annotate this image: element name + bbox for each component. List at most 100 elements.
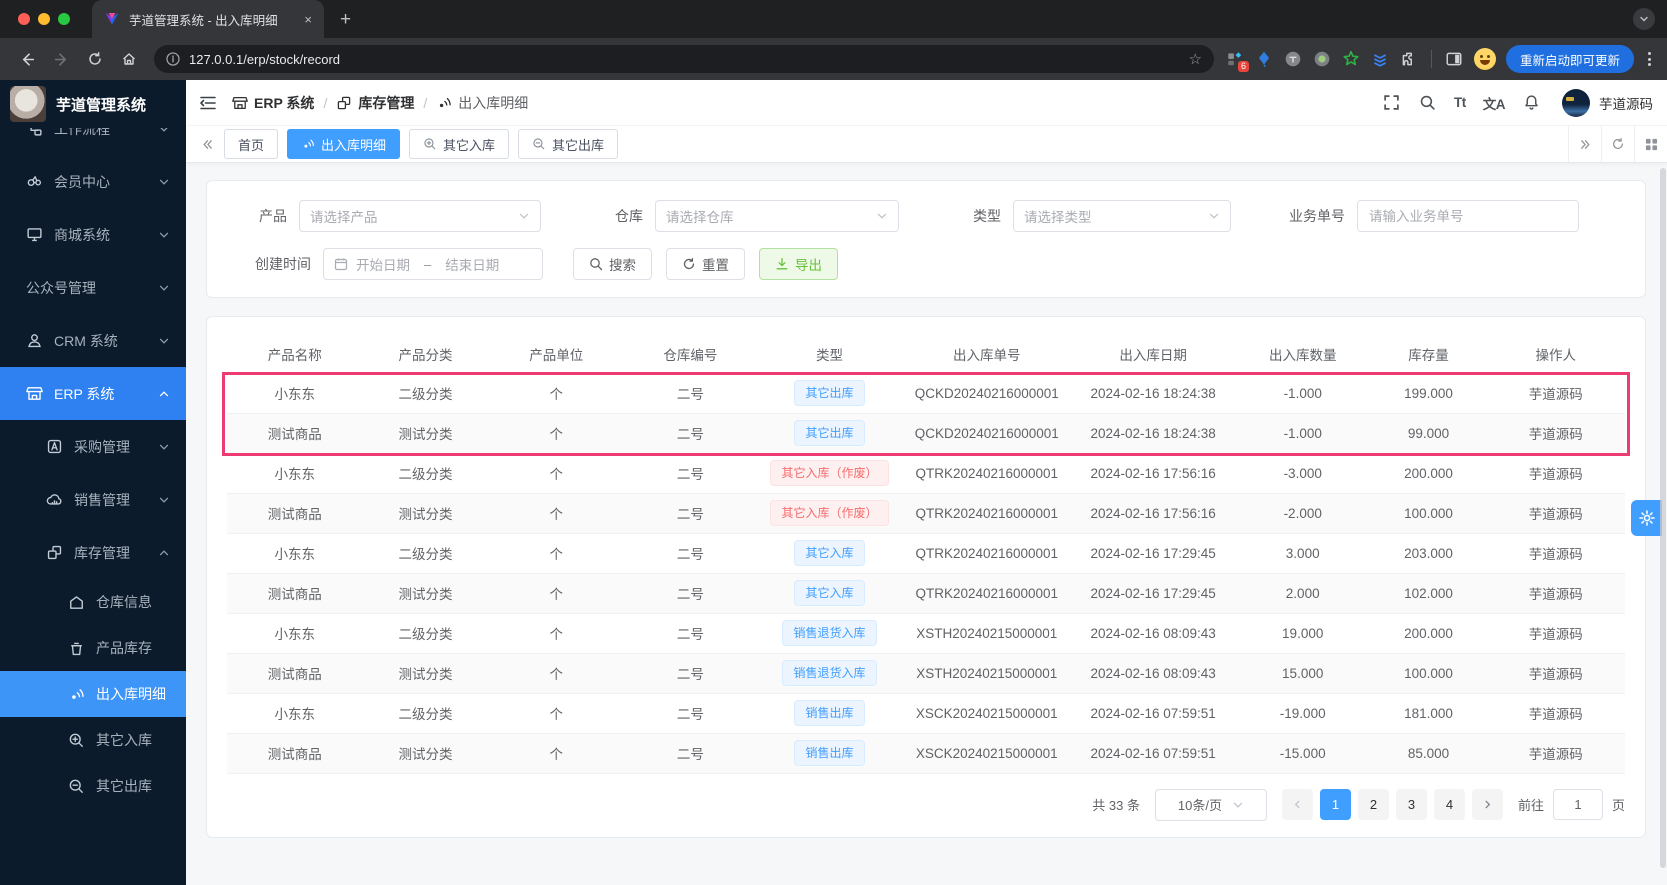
back-button[interactable] bbox=[14, 46, 40, 72]
sidebar-item-workflow[interactable]: 工作流程 bbox=[0, 128, 186, 155]
type-badge: 销售出库 bbox=[794, 700, 865, 726]
bell-icon[interactable] bbox=[1522, 93, 1541, 112]
breadcrumb-stock[interactable]: 库存管理 bbox=[336, 93, 414, 113]
reset-button[interactable]: 重置 bbox=[666, 248, 745, 280]
address-bar[interactable]: 127.0.0.1/erp/stock/record ☆ bbox=[154, 45, 1214, 73]
sales-icon bbox=[46, 491, 63, 508]
sidebar-item-stock-in[interactable]: 其它入库 bbox=[0, 717, 186, 763]
new-tab-button[interactable]: + bbox=[340, 10, 351, 29]
maximize-window-button[interactable] bbox=[58, 13, 70, 25]
minimize-window-button[interactable] bbox=[38, 13, 50, 25]
cell-warehouse-no: 二号 bbox=[624, 693, 757, 734]
page-size-select[interactable]: 10条/页 bbox=[1154, 788, 1267, 821]
close-window-button[interactable] bbox=[18, 13, 30, 25]
tags-scroll-right-icon[interactable] bbox=[1568, 126, 1601, 162]
site-info-icon[interactable] bbox=[166, 52, 180, 66]
table-row[interactable]: 测试商品 测试分类个二号 其它入库 QTRK20240216000001 2024-02… bbox=[227, 573, 1625, 614]
sidebar-item-label: 产品库存 bbox=[96, 640, 152, 656]
export-button[interactable]: 导出 bbox=[759, 248, 838, 280]
extension-green-dot-icon[interactable] bbox=[1313, 50, 1331, 68]
type-badge: 销售退货入库 bbox=[782, 620, 877, 646]
side-panel-icon[interactable] bbox=[1445, 50, 1463, 68]
sidebar-item-erp[interactable]: ERP 系统 bbox=[0, 367, 186, 420]
prev-page-button[interactable] bbox=[1281, 789, 1313, 820]
table-row[interactable]: 测试商品 测试分类个二号 销售出库 XSCK20240215000001 2024-02… bbox=[227, 733, 1625, 774]
tab-home[interactable]: 首页 bbox=[224, 129, 279, 159]
erp-icon bbox=[26, 385, 43, 402]
next-page-button[interactable] bbox=[1471, 789, 1503, 820]
extension-chevrons-icon[interactable] bbox=[1371, 50, 1389, 68]
collapse-menu-icon[interactable] bbox=[198, 93, 218, 113]
page-3-button[interactable]: 3 bbox=[1395, 789, 1427, 820]
browser-update-button[interactable]: 重新启动即可更新 bbox=[1505, 45, 1634, 73]
refresh-page-icon[interactable] bbox=[1601, 126, 1634, 162]
date-range-input[interactable]: 开始日期 – 结束日期 bbox=[323, 248, 543, 280]
table-row[interactable]: 小东东 二级分类个二号 其它入库 QTRK20240216000001 2024-02-… bbox=[227, 533, 1625, 574]
user-menu[interactable]: 芋道源码 bbox=[1562, 88, 1653, 117]
sidebar-item-warehouse[interactable]: 仓库信息 bbox=[0, 579, 186, 625]
extension-blocks-icon[interactable]: 6 bbox=[1226, 50, 1249, 72]
breadcrumb-erp[interactable]: ERP 系统 bbox=[232, 93, 314, 113]
stock-out-icon bbox=[68, 778, 85, 795]
total-count: 共 33 条 bbox=[1092, 798, 1140, 813]
extension-gray-circle-icon[interactable] bbox=[1284, 50, 1302, 68]
cell-warehouse-no: 二号 bbox=[624, 733, 757, 774]
table-row[interactable]: 测试商品 测试分类个二号 其它出库 QCKD20240216000001 2024-02… bbox=[227, 413, 1625, 454]
sidebar-item-mp[interactable]: 公众号管理 bbox=[0, 261, 186, 314]
bizno-input[interactable] bbox=[1357, 200, 1579, 232]
page-1-button[interactable]: 1 bbox=[1319, 789, 1351, 820]
sidebar-item-mall[interactable]: 商城系统 bbox=[0, 208, 186, 261]
sidebar-item-stock-out[interactable]: 其它出库 bbox=[0, 763, 186, 809]
table-row[interactable]: 小东东 二级分类个二号 其它入库（作废） QTRK20240216000001 2024… bbox=[227, 453, 1625, 494]
sidebar-item-crm[interactable]: CRM 系统 bbox=[0, 314, 186, 367]
cell-product-name: 测试商品 bbox=[227, 733, 363, 774]
sidebar-item-stock-record[interactable]: 出入库明细 bbox=[0, 671, 186, 717]
extensions-puzzle-icon[interactable] bbox=[1400, 50, 1418, 68]
tab-stock-out[interactable]: 其它出库 bbox=[518, 129, 619, 159]
sidebar-item-sales[interactable]: 销售管理 bbox=[0, 473, 186, 526]
sidebar-item-purchase[interactable]: 采购管理 bbox=[0, 420, 186, 473]
type-select[interactable]: 请选择类型 bbox=[1013, 200, 1231, 232]
table-row[interactable]: 小东东 二级分类个二号 销售退货入库 XSTH20240215000001 2024-0… bbox=[227, 613, 1625, 654]
app-logo[interactable]: 芋道管理系统 bbox=[0, 80, 186, 128]
app-title: 芋道管理系统 bbox=[56, 96, 147, 114]
goto-page-input[interactable] bbox=[1552, 789, 1603, 820]
page-2-button[interactable]: 2 bbox=[1357, 789, 1389, 820]
forward-button[interactable] bbox=[48, 46, 74, 72]
sidebar-item-product-stock[interactable]: 产品库存 bbox=[0, 625, 186, 671]
layout-grid-icon[interactable] bbox=[1634, 126, 1667, 162]
warehouse-select[interactable]: 请选择仓库 bbox=[655, 200, 899, 232]
tab-stock-in[interactable]: 其它入库 bbox=[409, 129, 510, 159]
page-4-button[interactable]: 4 bbox=[1433, 789, 1465, 820]
home-button[interactable] bbox=[116, 46, 142, 72]
tags-scroll-left-icon[interactable] bbox=[194, 131, 220, 157]
fullscreen-icon[interactable] bbox=[1382, 93, 1401, 112]
sidebar-item-stock[interactable]: 库存管理 bbox=[0, 526, 186, 579]
table-row[interactable]: 测试商品 测试分类个二号 其它入库（作废） QTRK20240216000001 202… bbox=[227, 493, 1625, 534]
extension-balloon-icon[interactable] bbox=[1255, 50, 1273, 68]
reload-button[interactable] bbox=[82, 46, 108, 72]
cell-product-unit: 个 bbox=[488, 373, 624, 414]
tab-search-button[interactable] bbox=[1633, 8, 1655, 30]
locale-icon[interactable]: 文A bbox=[1483, 93, 1506, 113]
extension-star-icon[interactable] bbox=[1342, 50, 1360, 68]
cell-quantity: -19.000 bbox=[1234, 693, 1371, 734]
date-end-placeholder: 结束日期 bbox=[445, 258, 500, 273]
product-select[interactable]: 请选择产品 bbox=[299, 200, 541, 232]
table-row[interactable]: 小东东 二级分类个二号 其它出库 QCKD20240216000001 2024-02-… bbox=[227, 373, 1625, 414]
table-row[interactable]: 小东东 二级分类个二号 销售出库 XSCK20240215000001 2024-02-… bbox=[227, 693, 1625, 734]
tab-close-icon[interactable]: × bbox=[304, 13, 312, 26]
browser-tab[interactable]: 芋道管理系统 - 出入库明细 × bbox=[92, 0, 324, 38]
table-row[interactable]: 测试商品 测试分类个二号 销售退货入库 XSTH20240215000001 2024-… bbox=[227, 653, 1625, 694]
font-size-icon[interactable]: Tt bbox=[1454, 95, 1466, 110]
search-button[interactable]: 搜索 bbox=[573, 248, 652, 280]
sidebar-item-member[interactable]: 会员中心 bbox=[0, 155, 186, 208]
cell-quantity: -1.000 bbox=[1234, 373, 1371, 414]
settings-fab[interactable] bbox=[1631, 500, 1662, 536]
browser-menu-icon[interactable] bbox=[1642, 52, 1657, 66]
bookmark-star-icon[interactable]: ☆ bbox=[1189, 50, 1202, 68]
browser-profile-avatar[interactable] bbox=[1473, 48, 1496, 70]
tab-stock-record[interactable]: 出入库明细 bbox=[287, 129, 401, 159]
search-icon[interactable] bbox=[1418, 93, 1437, 112]
page-scrollbar[interactable] bbox=[1660, 168, 1666, 868]
